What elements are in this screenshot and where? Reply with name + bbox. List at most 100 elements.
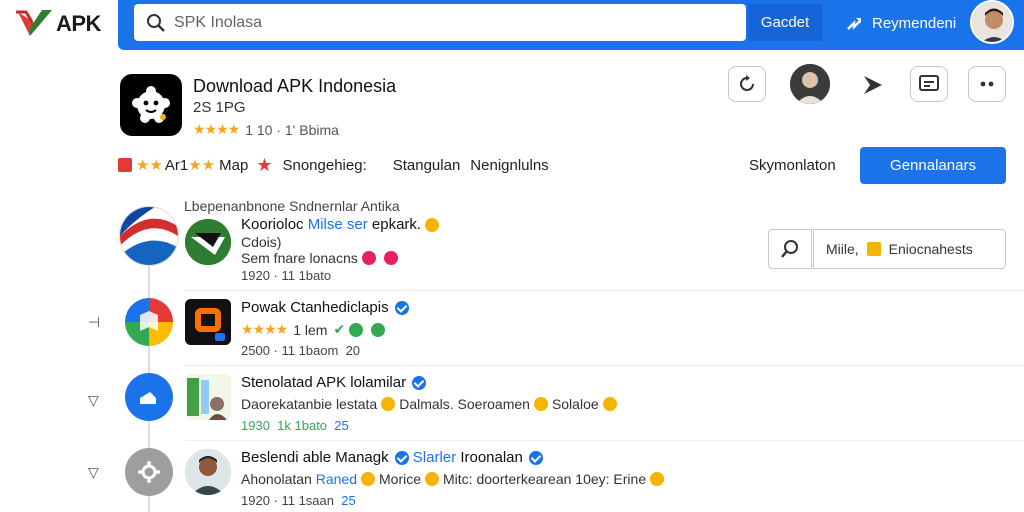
chevron-down-icon[interactable]: ▽: [88, 464, 99, 481]
feed-title-b[interactable]: Slarler: [413, 449, 456, 466]
more-button[interactable]: [968, 66, 1006, 102]
feed-thumb-image: [185, 374, 231, 420]
feed-time: 1930 1k 1bato 25: [241, 418, 349, 433]
emoji-icon: [533, 397, 548, 411]
feed-line2: Cdois): [241, 234, 282, 250]
feed-time-text: 1920 · 11 1saan: [241, 493, 334, 508]
feed-count: 25: [341, 493, 356, 508]
feed-time: 1920 · 11 1bato: [241, 268, 332, 283]
feed-title: Koorioloc Milse ser epkark.: [241, 216, 443, 233]
feed-line2-d: Mitc: doorterkearean 10ey: Erine: [443, 471, 647, 487]
report-label: Reymendeni: [872, 14, 957, 32]
feed-title-a: Koorioloc: [241, 216, 304, 233]
timeline-node-3[interactable]: [125, 448, 173, 496]
rating-text: 1 10 · 1' Bbima: [245, 121, 339, 138]
verified-icon: [528, 450, 543, 465]
star-icon: ★: [256, 154, 273, 175]
share-icon[interactable]: [860, 72, 886, 98]
search-input[interactable]: [174, 13, 734, 32]
apk-logo[interactable]: APK: [14, 4, 114, 44]
developer-avatar-image: [790, 64, 830, 104]
screen-icon: [919, 75, 939, 91]
tabs-row: ★★ Ar1 ★★ Map ★ Snongehieg: Stangulan Ne…: [118, 154, 575, 176]
arrow-up-icon: [847, 18, 861, 30]
emoji-icon: [602, 397, 617, 411]
tab-stangulan[interactable]: Stangulan: [393, 157, 461, 174]
refresh-button[interactable]: [728, 66, 766, 102]
collapse-mark[interactable]: ⊣: [88, 314, 100, 331]
feed-line2-b[interactable]: Raned: [316, 471, 357, 487]
report-link[interactable]: Reymendeni: [846, 10, 956, 36]
verified-icon: [412, 375, 427, 390]
feed-line2: Ahonolatan Raned Morice Mitc: doorterkea…: [241, 471, 668, 487]
feed-item[interactable]: Koorioloc Milse ser epkark. Cdois) Sem f…: [185, 216, 1024, 286]
feed-time-text: 2500 · 11 1baom: [241, 343, 339, 358]
feed-title-text: Beslendi able Managk: [241, 449, 389, 466]
page: APK Gacdet Reymendeni: [0, 0, 1024, 512]
timeline-node-2[interactable]: [125, 373, 173, 421]
primary-button[interactable]: Gennalanars: [860, 147, 1006, 184]
feed-time-green: 1930: [241, 418, 270, 433]
top-header: APK Gacdet Reymendeni: [0, 0, 1024, 50]
feed-time-text: 1k 1bato: [277, 418, 328, 433]
refresh-icon: [740, 75, 754, 91]
app-icon[interactable]: [120, 74, 182, 136]
feed-item[interactable]: Beslendi able Managk Slarler Iroonalan A…: [185, 449, 1024, 511]
timeline-node-1[interactable]: [125, 298, 173, 346]
feed-line2-c: Solaloe: [551, 396, 599, 412]
app-title: Download APK Indonesia: [193, 76, 397, 96]
logo-text: APK: [56, 11, 101, 36]
emoji-icon: [425, 217, 440, 232]
feed-title: Stenolatad APK lolamilar: [241, 374, 427, 391]
flag-swoosh-icon: [120, 207, 178, 265]
search-box[interactable]: [134, 4, 746, 41]
feed-thumb: [185, 449, 231, 495]
divider: [185, 365, 1024, 366]
chevron-down-icon[interactable]: ▽: [88, 392, 99, 409]
feed-thumb: [185, 299, 231, 345]
tab-map[interactable]: Map: [219, 157, 248, 174]
check-icon: ✔: [333, 321, 346, 337]
divider: [185, 290, 1024, 291]
emoji-icon: [361, 251, 376, 265]
feed-thumb: [185, 374, 231, 420]
map-icon: [140, 311, 158, 331]
feed-thumb: [185, 219, 231, 265]
feed-count: 20: [345, 343, 361, 358]
feed-line2-text: 1 lem: [293, 321, 328, 338]
flag-icon: [118, 158, 132, 172]
feed-line2-a: Daorekatanbie lestata: [241, 396, 378, 412]
section-subhead: Lbepenanbnone Sndnernlar Antika: [184, 198, 400, 214]
feed-count: 25: [334, 418, 349, 433]
emoji-icon: [425, 472, 440, 486]
feed-title-c: epkark.: [371, 216, 422, 233]
sign-label[interactable]: Skymonlaton: [749, 157, 836, 174]
feed-line2-b: Dalmals. Soeroamen: [399, 396, 530, 412]
user-avatar[interactable]: [970, 0, 1014, 44]
emoji-icon: [381, 397, 396, 411]
rating-stars: ★★★★: [193, 121, 240, 137]
search-button[interactable]: Gacdet: [748, 4, 822, 41]
feed-thumb-image: [185, 219, 231, 265]
apk-logo-icon: [16, 10, 52, 36]
feed-line2-a: Ahonolatan: [241, 471, 312, 487]
feed-title-b[interactable]: Milse ser: [308, 216, 368, 233]
rating-stars: ★★★★: [241, 321, 288, 337]
tab-ar[interactable]: Ar1: [165, 157, 188, 174]
verified-icon: [394, 300, 409, 315]
feed-time: 2500 · 11 1baom 20: [241, 343, 360, 358]
feed-title: Beslendi able Managk Slarler Iroonalan: [241, 449, 543, 466]
install-box-button[interactable]: [910, 66, 948, 102]
developer-avatar[interactable]: [790, 64, 830, 104]
feed-item[interactable]: Powak Ctanhediclapis ★★★★ 1 lem ✔ 2500 ·…: [185, 299, 1024, 361]
gear-face-icon: [132, 86, 170, 123]
timeline-node-flag[interactable]: [119, 206, 179, 266]
tab-nenignlulns[interactable]: Nenignlulns: [470, 157, 548, 174]
feed-item[interactable]: Stenolatad APK lolamilar Daorekatanbie l…: [185, 374, 1024, 436]
app-meta: 2S 1PG: [193, 99, 246, 116]
tab-snongehieg[interactable]: Snongehieg:: [282, 157, 366, 174]
feed-title-text: Stenolatad APK lolamilar: [241, 374, 407, 391]
tab-stars-after: ★★: [188, 157, 216, 174]
feed-thumb-image: [185, 299, 231, 345]
more-dots-icon: [980, 81, 994, 87]
